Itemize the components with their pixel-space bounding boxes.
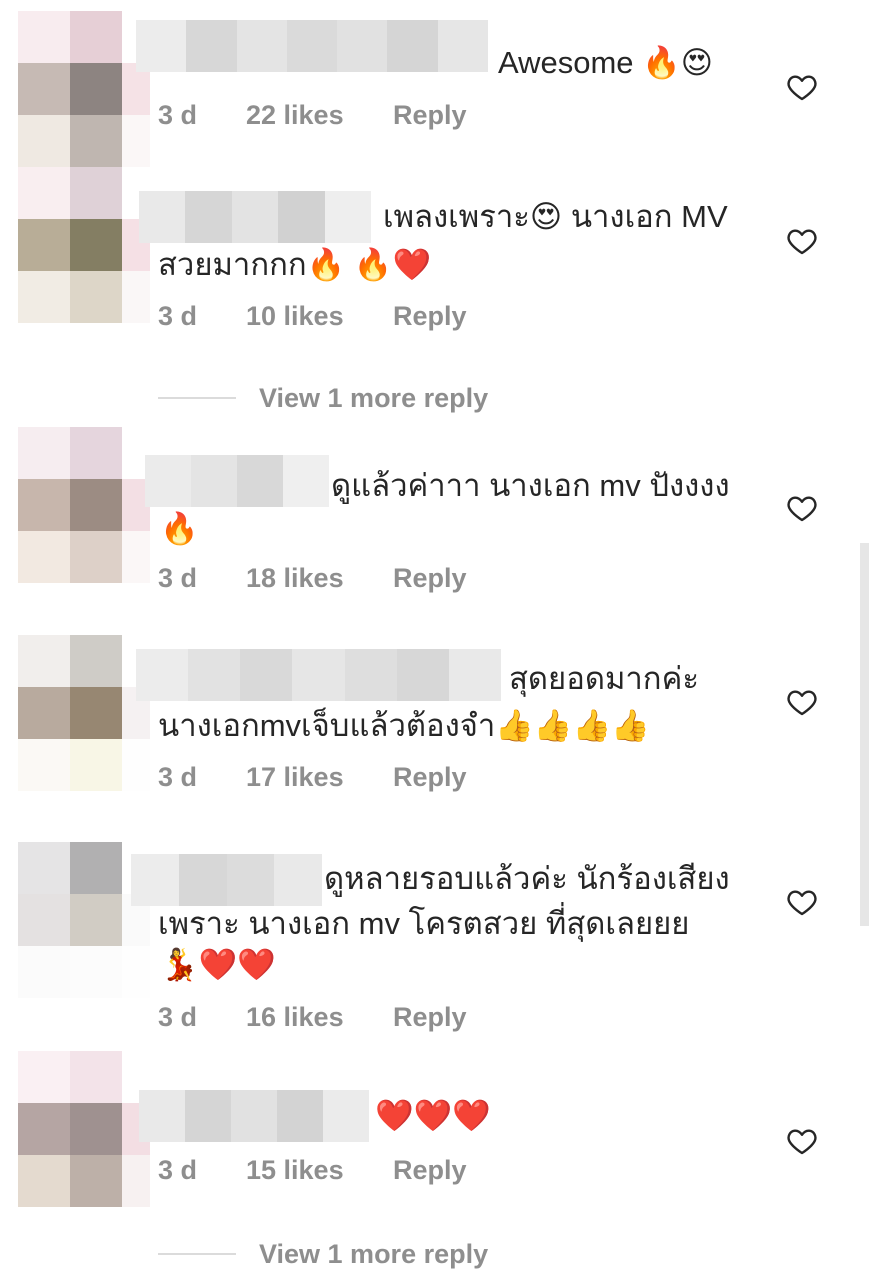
avatar[interactable] — [18, 167, 150, 323]
comment-time: 3 d — [158, 762, 198, 792]
heart-icon[interactable] — [786, 886, 818, 918]
view-more-replies-button[interactable]: View 1 more reply — [158, 378, 488, 418]
view-more-replies-button[interactable]: View 1 more reply — [158, 1234, 488, 1274]
username-redacted[interactable] — [136, 20, 488, 72]
username-redacted[interactable] — [139, 191, 372, 243]
comment-time: 3 d — [158, 100, 198, 130]
comment-text: ดูหลายรอบแล้วค่ะ นักร้องเสียง — [324, 861, 730, 896]
heart-icon[interactable] — [786, 225, 818, 257]
reply-button[interactable]: Reply — [393, 296, 467, 336]
avatar[interactable] — [18, 11, 150, 167]
avatar[interactable] — [18, 427, 150, 583]
heart-icon[interactable] — [786, 492, 818, 524]
comment-text: ดูแล้วค่าาา นางเอก mv ปังงงง — [331, 468, 730, 503]
view-more-replies-label: View 1 more reply — [259, 382, 489, 413]
avatar[interactable] — [18, 635, 150, 791]
username-redacted[interactable] — [136, 649, 501, 701]
reply-thread-line — [158, 1253, 236, 1255]
heart-icon[interactable] — [786, 686, 818, 718]
comment-text: สวยมากกก🔥 🔥❤️ — [158, 247, 432, 282]
reply-thread-line — [158, 397, 236, 399]
likes-count-link[interactable]: 18 likes — [246, 558, 344, 598]
comment-text: ❤️❤️❤️ — [375, 1098, 491, 1133]
comment-text: 🔥 — [160, 511, 199, 546]
reply-button[interactable]: Reply — [393, 997, 467, 1037]
avatar[interactable] — [18, 1051, 150, 1207]
comment-time: 3 d — [158, 1002, 198, 1032]
reply-button[interactable]: Reply — [393, 757, 467, 797]
heart-icon[interactable] — [786, 1125, 818, 1157]
reply-button[interactable]: Reply — [393, 1150, 467, 1190]
comment-text: สุดยอดมากค่ะ — [509, 661, 699, 696]
scrollbar[interactable] — [860, 543, 869, 926]
view-more-replies-label: View 1 more reply — [259, 1238, 489, 1269]
comment-text: เพลงเพราะ😍 นางเอก MV — [383, 199, 728, 234]
comment-time: 3 d — [158, 563, 198, 593]
heart-icon[interactable] — [786, 71, 818, 103]
likes-count-link[interactable]: 16 likes — [246, 997, 344, 1037]
comment-time: 3 d — [158, 301, 198, 331]
reply-button[interactable]: Reply — [393, 95, 467, 135]
comment-text: Awesome 🔥😍 — [498, 45, 714, 80]
comment-text: เพราะ นางเอก mv โครตสวย ที่สุดเลยยย — [158, 906, 690, 941]
comment-text: 💃❤️❤️ — [160, 947, 276, 982]
likes-count-link[interactable]: 22 likes — [246, 95, 344, 135]
comment-time: 3 d — [158, 1155, 198, 1185]
likes-count-link[interactable]: 10 likes — [246, 296, 344, 336]
reply-button[interactable]: Reply — [393, 558, 467, 598]
username-redacted[interactable] — [145, 455, 329, 507]
likes-count-link[interactable]: 17 likes — [246, 757, 344, 797]
username-redacted[interactable] — [131, 854, 322, 906]
comment-text: นางเอกmvเจ็บแล้วต้องจำ👍👍👍👍 — [158, 708, 650, 743]
username-redacted[interactable] — [139, 1090, 369, 1142]
likes-count-link[interactable]: 15 likes — [246, 1150, 344, 1190]
